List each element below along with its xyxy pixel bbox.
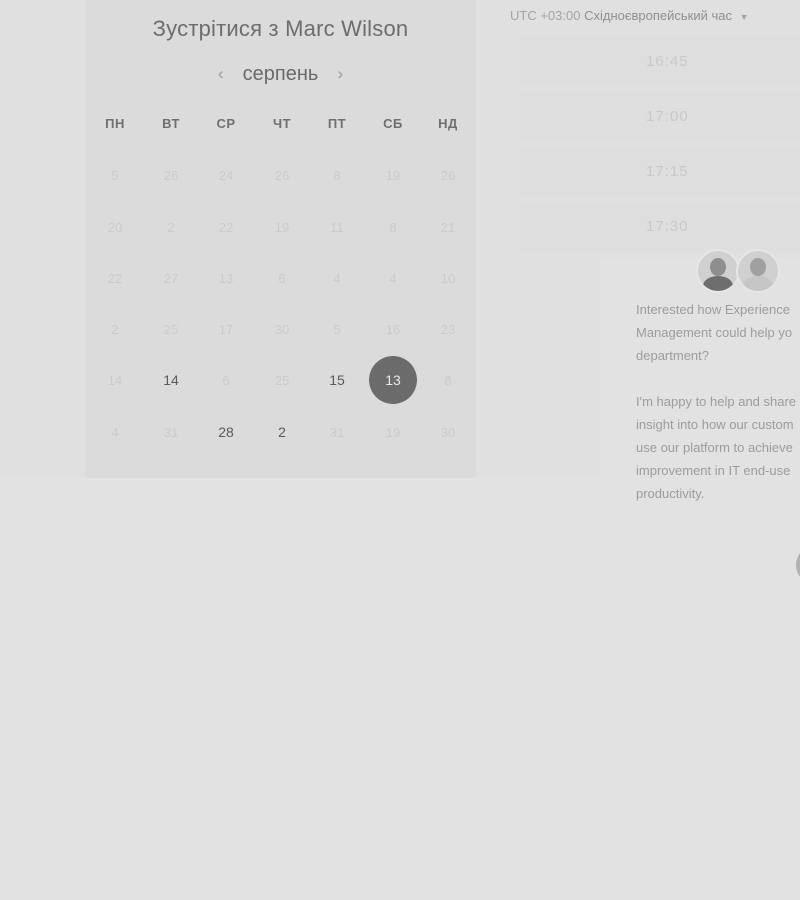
agent-avatar [696,249,740,293]
day-cell-available[interactable]: 2 [258,408,306,456]
time-slot-button[interactable]: 17:00 [519,93,800,140]
timezone-selector[interactable]: UTC +03:00 Східноєвропейський час ▼ [510,8,749,23]
day-cell-disabled: 19 [385,424,401,440]
time-slot-button[interactable]: 17:15 [519,148,800,195]
day-cell-disabled: 25 [274,372,290,388]
day-cell-disabled: 6 [278,270,286,286]
day-cell-disabled: 4 [111,424,119,440]
calendar-title: Зустрітися з Marc Wilson [152,16,409,41]
time-slot-button[interactable]: 17:30 [519,203,800,250]
day-cell-disabled: 2 [167,219,175,235]
day-cell-disabled: 26 [163,167,179,183]
caret-down-icon: ▼ [739,12,749,22]
timezone-name: Східноєвропейський час [584,8,732,23]
agent-avatar [736,249,780,293]
day-cell-disabled: 5 [111,167,119,183]
day-cell-disabled: 8 [333,167,341,183]
time-slot-button[interactable]: 16:45 [519,38,800,85]
day-cell-disabled: 26 [274,167,290,183]
day-cell-disabled: 26 [440,167,456,183]
day-cell-disabled: 23 [440,321,456,337]
day-cell-disabled: 5 [333,321,341,337]
chat-bubble-icon[interactable] [796,545,800,585]
month-navigation: ‹ серпень › [85,60,476,88]
timezone-offset: UTC +03:00 [510,8,581,23]
day-cell-disabled: 31 [329,424,345,440]
day-cell-disabled: 11 [330,219,344,235]
day-cell-disabled: 20 [107,219,123,235]
day-cell-disabled: 17 [218,321,234,337]
weekday-label: ЧТ [272,116,292,131]
day-cell-disabled: 8 [389,219,397,235]
day-cell-disabled: 31 [163,424,179,440]
day-cell-disabled: 10 [440,270,456,286]
chevron-left-icon[interactable]: ‹ [215,64,227,84]
calendar-panel: Зустрітися з Marc Wilson ‹ серпень › ПН В… [85,0,476,478]
weekday-label: ПН [105,116,125,131]
day-cell-disabled: 4 [389,270,397,286]
chevron-right-icon[interactable]: › [334,64,346,84]
day-cell-disabled: 22 [107,270,123,286]
weekday-label: ПТ [327,116,347,131]
day-cell-disabled: 30 [274,321,290,337]
day-cell-disabled: 19 [385,167,401,183]
weekday-header: ПН ВТ СР ЧТ ПТ СБ НД [85,116,476,136]
day-cell-disabled: 6 [222,372,230,388]
weekday-label: СР [216,116,236,131]
day-cell-disabled: 13 [218,270,234,286]
month-label: серпень [242,62,319,85]
day-cell-disabled: 19 [274,219,290,235]
chat-message: Interested how Experience Management cou… [636,302,797,501]
day-cell-available[interactable]: 15 [313,356,361,404]
day-cell-disabled: 27 [163,270,179,286]
day-cell-disabled: 24 [218,167,234,183]
weekday-label: СБ [383,116,403,131]
day-cell-disabled: 22 [218,219,234,235]
day-cell-disabled: 8 [444,372,452,388]
day-cell-disabled: 2 [111,321,119,337]
weekday-label: ВТ [162,116,180,131]
day-cell-available[interactable]: 14 [147,356,195,404]
day-cell-selected[interactable]: 13 [369,356,417,404]
day-cell-disabled: 14 [107,372,123,388]
day-cell-disabled: 21 [440,219,456,235]
day-cell-disabled: 30 [440,424,456,440]
day-cell-disabled: 25 [163,321,179,337]
day-cell-available[interactable]: 28 [202,408,250,456]
day-cell-disabled: 4 [333,270,341,286]
day-cell-disabled: 16 [385,321,401,337]
weekday-label: НД [438,116,458,131]
